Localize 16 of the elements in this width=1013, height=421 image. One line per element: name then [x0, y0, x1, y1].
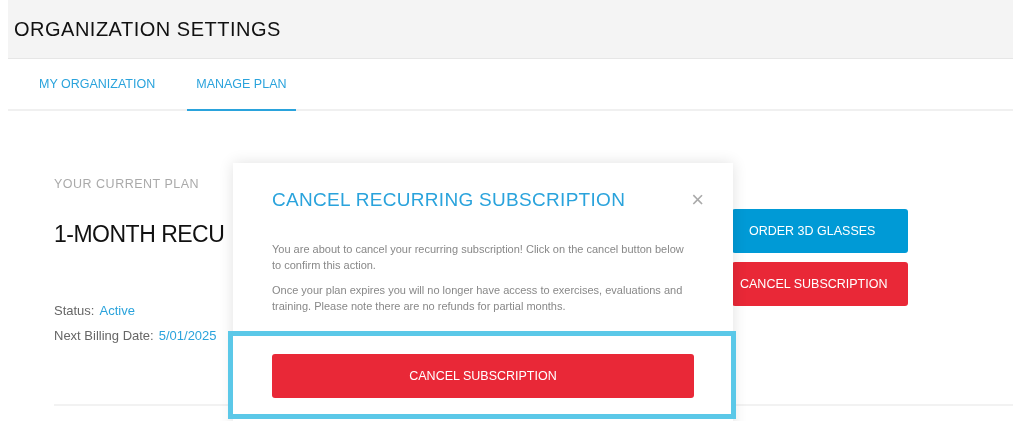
dialog-text: You are about to cancel your recurring subscription! Click on the cancel button below to confirm this action. [272, 242, 685, 273]
close-button[interactable]: × [691, 189, 704, 211]
tab[interactable]: MANAGE PLAN [187, 59, 296, 111]
billing-date-value: 5/01/2025 [158, 328, 217, 343]
cancel-subscription-button[interactable]: CANCEL SUBSCRIPTION [732, 262, 908, 306]
tab[interactable]: MY ORGANIZATION [30, 59, 165, 111]
plan-caption: YOUR CURRENT PLAN [54, 177, 201, 191]
status-value: Active [99, 303, 135, 318]
plan-name: 1-MONTH RECU [54, 221, 225, 249]
status-label: Status: [54, 303, 95, 318]
confirm-cancel-button[interactable]: CANCEL SUBSCRIPTION [272, 354, 694, 398]
page-title: ORGANIZATION SETTINGS [14, 17, 281, 41]
dialog-title: CANCEL RECURRING SUBSCRIPTION [272, 189, 626, 211]
billing-date-label: Next Billing Date: [54, 328, 154, 343]
dialog-text: Once your plan expires you will no longer have access to exercises, evaluations and training. Please note there are no refunds for partial months. [272, 283, 684, 314]
order-button[interactable]: ORDER 3D GLASSES [732, 209, 908, 253]
